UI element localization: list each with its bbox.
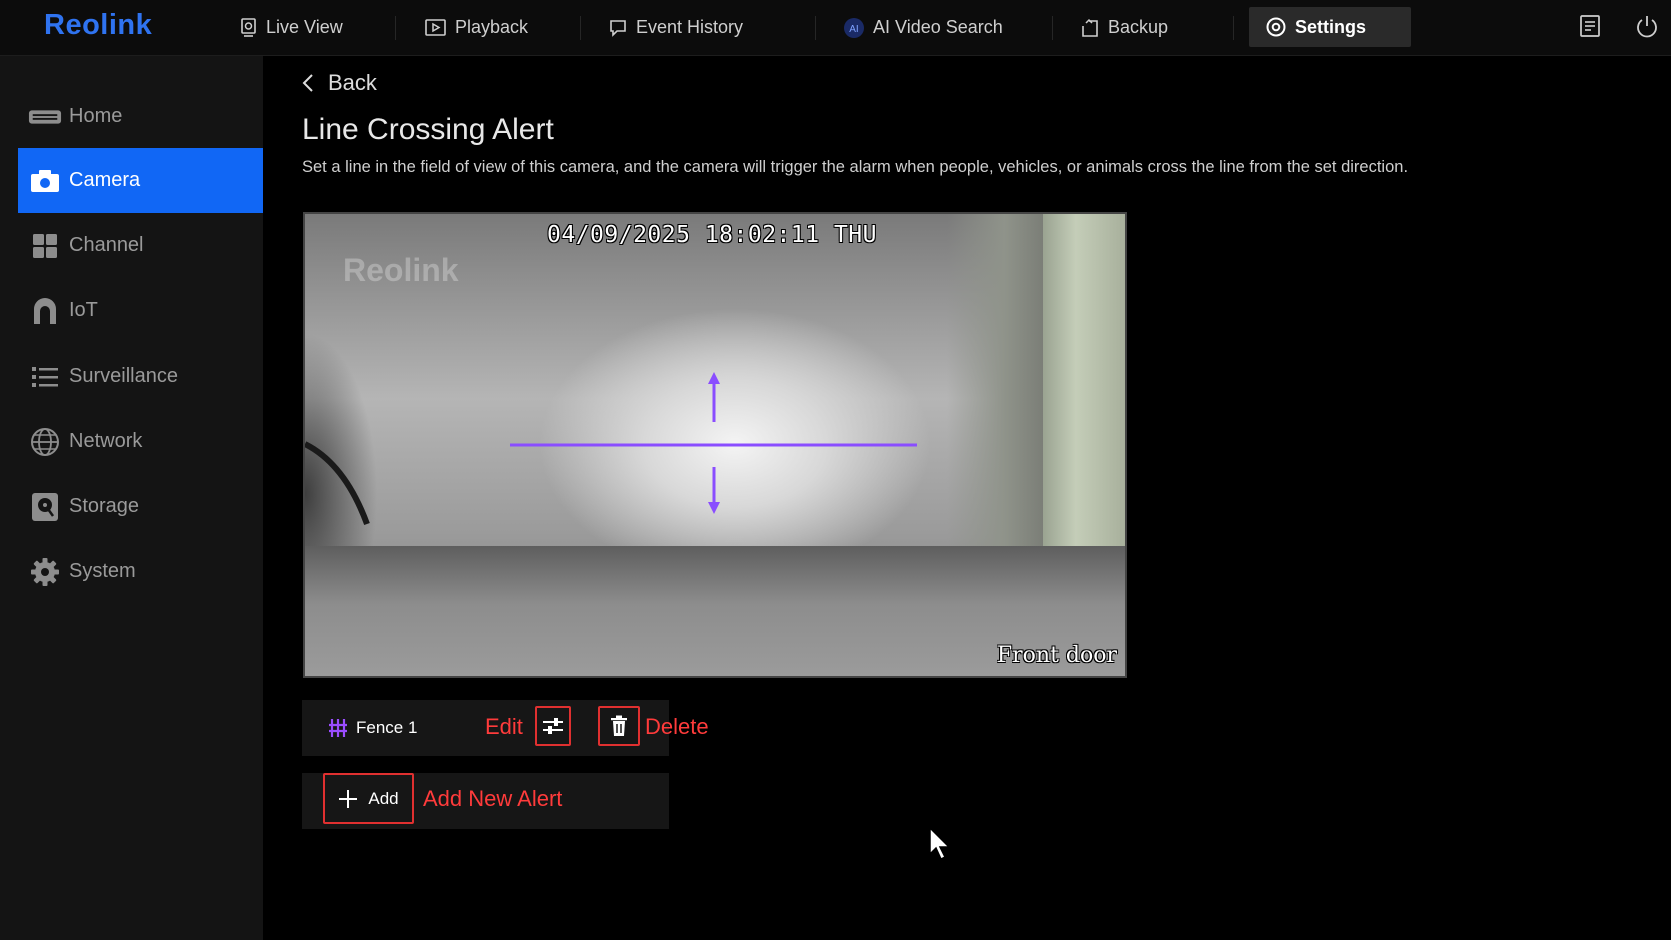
backup-icon (1082, 18, 1098, 37)
add-annotation: Add New Alert (423, 786, 563, 811)
sidebar-item-system[interactable]: System (18, 539, 263, 604)
add-button[interactable]: Add (323, 773, 414, 824)
camera-preview[interactable]: Reolink 04/09/2025 18:02:11 THU Front do… (303, 212, 1127, 678)
nav-backup-label: Backup (1108, 17, 1169, 37)
add-button-label: Add (368, 788, 399, 808)
fence-name-label: Fence 1 (356, 718, 418, 737)
camera-icon (28, 169, 62, 193)
sidebar-item-storage[interactable]: Storage (18, 474, 263, 539)
crossing-line[interactable] (305, 214, 1125, 676)
channel-grid-icon (28, 233, 62, 259)
mouse-cursor-icon (928, 826, 952, 867)
fence-row: Fence 1 Edit Delete (302, 700, 709, 756)
reolink-logo: Reolink (44, 9, 153, 41)
add-row: Add Add New Alert (302, 773, 669, 829)
home-icon (28, 108, 62, 126)
sidebar-item-label: IoT (69, 299, 98, 321)
sidebar-item-label: Network (69, 430, 143, 452)
sidebar-item-label: Channel (69, 234, 144, 256)
sidebar-item-label: Camera (69, 169, 141, 191)
globe-icon (28, 427, 62, 457)
preview-camera-name: Front door (996, 643, 1117, 668)
sidebar-item-channel[interactable]: Channel (18, 213, 263, 278)
sidebar-item-label: System (69, 560, 136, 582)
fence-item[interactable]: Fence 1 (328, 700, 417, 756)
sidebar-item-home[interactable]: Home (18, 84, 263, 149)
nav-playback-label: Playback (455, 17, 529, 37)
sidebar-item-iot[interactable]: IoT (18, 278, 263, 343)
iot-icon (28, 297, 62, 325)
top-bar: Reolink Live View Playback Event History… (0, 0, 1671, 56)
storage-icon (28, 492, 62, 522)
page-title: Line Crossing Alert (302, 113, 554, 146)
power-icon[interactable] (1634, 14, 1660, 45)
ai-icon: AI (844, 17, 864, 38)
gear-icon (1266, 17, 1286, 37)
sidebar-item-camera[interactable]: Camera (18, 148, 263, 213)
svg-text:AI: AI (849, 24, 858, 35)
sidebar-item-label: Home (69, 105, 123, 127)
nav-settings-label: Settings (1295, 16, 1367, 37)
edit-button[interactable] (535, 706, 571, 746)
plus-icon (339, 789, 358, 808)
sliders-icon (543, 718, 563, 734)
nav-ai-video-search-label: AI Video Search (873, 17, 1003, 37)
chevron-left-icon (302, 74, 313, 92)
trash-icon (611, 715, 627, 736)
nav-playback[interactable]: Playback (425, 0, 528, 55)
monitor-icon (241, 17, 256, 37)
back-button[interactable]: Back (302, 70, 377, 96)
nav-settings[interactable]: Settings (1249, 7, 1411, 47)
sidebar-item-network[interactable]: Network (18, 409, 263, 474)
page-description: Set a line in the field of view of this … (302, 158, 1409, 176)
nav-backup[interactable]: Backup (1080, 0, 1168, 55)
list-icon (28, 366, 62, 388)
sidebar-item-label: Storage (69, 495, 140, 517)
gear-icon (28, 557, 62, 587)
sidebar-item-label: Surveillance (69, 365, 178, 387)
sidebar-item-surveillance[interactable]: Surveillance (18, 344, 263, 409)
notes-icon[interactable] (1578, 14, 1602, 43)
sidebar: Home Camera Channel IoT Surveillance Net… (0, 56, 263, 940)
playback-icon (425, 18, 446, 36)
nav-event-history-label: Event History (636, 17, 744, 37)
edit-annotation: Edit (485, 714, 523, 739)
nav-live-view-label: Live View (266, 17, 343, 37)
nav-live-view[interactable]: Live View (240, 0, 343, 55)
back-label: Back (328, 70, 377, 95)
delete-annotation: Delete (645, 714, 709, 739)
delete-button[interactable] (598, 706, 640, 746)
event-history-icon (610, 19, 626, 37)
fence-icon (329, 719, 347, 737)
nav-event-history[interactable]: Event History (608, 0, 743, 55)
nav-ai-video-search[interactable]: AI AI Video Search (843, 0, 1003, 55)
